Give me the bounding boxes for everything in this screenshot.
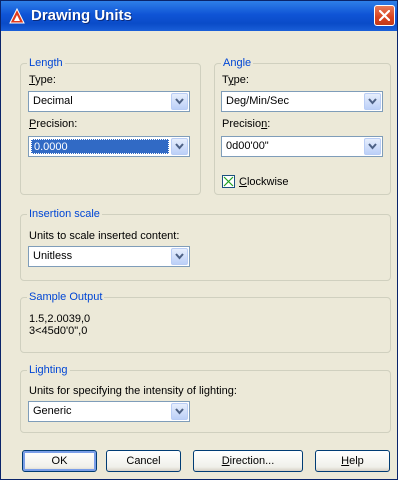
ok-button[interactable]: OK	[22, 450, 97, 472]
direction-button[interactable]: Direction...	[193, 450, 303, 472]
sample-output-line-2: 3<45d0'0",0	[29, 325, 88, 337]
close-icon	[379, 10, 390, 21]
lighting-units-dropdown-button[interactable]	[171, 403, 188, 420]
chevron-down-icon	[175, 253, 184, 260]
length-precision-label: Precision:	[29, 118, 78, 130]
lighting-group-label: Lighting	[27, 363, 70, 377]
chevron-down-icon	[175, 143, 184, 150]
chevron-down-icon	[175, 408, 184, 415]
sample-output-group-label: Sample Output	[27, 290, 105, 304]
checkmark-x-icon	[223, 176, 234, 187]
length-type-value: Decimal	[33, 95, 73, 107]
title-bar[interactable]: Drawing Units	[1, 1, 397, 31]
cancel-button[interactable]: Cancel	[106, 450, 181, 472]
help-button[interactable]: Help	[315, 450, 390, 472]
angle-type-label: Type:	[222, 74, 249, 86]
close-button[interactable]	[374, 5, 395, 26]
insertion-units-dropdown-button[interactable]	[171, 248, 188, 265]
angle-type-select[interactable]: Deg/Min/Sec	[221, 91, 383, 112]
lighting-units-label: Units for specifying the intensity of li…	[29, 385, 237, 397]
lighting-units-value: Generic	[33, 405, 72, 417]
length-group-label: Length	[27, 56, 65, 70]
insertion-units-value: Unitless	[33, 250, 73, 262]
angle-group-label: Angle	[221, 56, 254, 70]
length-precision-select[interactable]: 0.0000	[28, 136, 190, 157]
insertion-units-select[interactable]: Unitless	[28, 246, 190, 267]
angle-precision-dropdown-button[interactable]	[364, 138, 381, 155]
insertion-scale-group-label: Insertion scale	[27, 207, 102, 221]
drawing-units-dialog: Drawing Units Length Type: Decimal Preci…	[0, 0, 398, 480]
clockwise-label[interactable]: Clockwise	[239, 176, 289, 189]
chevron-down-icon	[175, 98, 184, 105]
chevron-down-icon	[368, 143, 377, 150]
window-title: Drawing Units	[31, 7, 132, 24]
clockwise-checkbox[interactable]	[222, 175, 235, 188]
length-type-label: Type:	[29, 74, 56, 86]
length-precision-dropdown-button[interactable]	[171, 138, 188, 155]
angle-precision-label: Precision:	[222, 118, 271, 130]
length-type-dropdown-button[interactable]	[171, 93, 188, 110]
angle-type-value: Deg/Min/Sec	[226, 95, 289, 107]
insertion-units-label: Units to scale inserted content:	[29, 230, 180, 242]
length-type-select[interactable]: Decimal	[28, 91, 190, 112]
angle-precision-value: 0d00'00"	[226, 140, 269, 152]
angle-precision-select[interactable]: 0d00'00"	[221, 136, 383, 157]
autocad-app-icon	[9, 7, 25, 24]
angle-type-dropdown-button[interactable]	[364, 93, 381, 110]
lighting-units-select[interactable]: Generic	[28, 401, 190, 422]
length-precision-value: 0.0000	[31, 139, 169, 154]
chevron-down-icon	[368, 98, 377, 105]
